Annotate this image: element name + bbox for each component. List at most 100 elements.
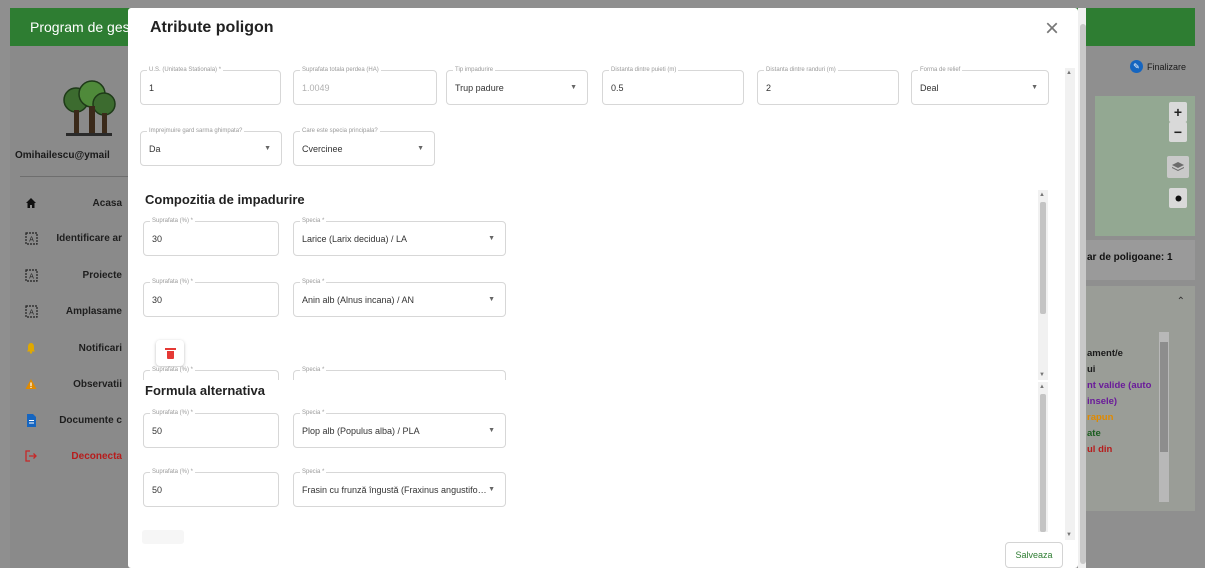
sidebar-item-proiecte[interactable]: A Proiecte — [10, 261, 128, 289]
map-frame-icon: A — [24, 268, 38, 282]
specia-label: Specia * — [300, 218, 327, 224]
sidebar-item-label: Documente c — [59, 414, 122, 426]
sidebar-item-label: Notificari — [78, 342, 122, 354]
gard-label: Imprejmuire gard sarma ghimpata? — [147, 128, 245, 134]
compozitie-specia-select[interactable]: Specia * Anin alb (Alnus incana) / AN ▼ — [293, 279, 506, 317]
map-panel: ✎ Finalizare + − ar de poligoane: 1 ⌃ am… — [1085, 46, 1195, 568]
map-view[interactable]: + − — [1095, 96, 1195, 236]
specia-value: Frasin cu frunză îngustă (Fraxinus angus… — [302, 485, 487, 495]
warning-icon — [24, 377, 38, 391]
formula-suprafata-field[interactable]: Suprafata (%) * 50 — [143, 469, 279, 507]
legend-item: nt valide (auto — [1087, 380, 1152, 391]
add-row-button[interactable] — [142, 530, 184, 544]
dialog-title: Atribute poligon — [150, 19, 274, 36]
compozitie-suprafata-field[interactable]: Suprafata (%) * 30 — [143, 218, 279, 256]
layers-icon[interactable] — [1167, 156, 1189, 178]
scroll-down-icon[interactable]: ▼ — [1039, 372, 1045, 378]
compozitie-title: Compozitia de impadurire — [145, 192, 305, 207]
gard-select[interactable]: Imprejmuire gard sarma ghimpata? Da ▼ — [140, 128, 282, 166]
suprafata-totala-value: 1.0049 — [302, 83, 330, 93]
us-field[interactable]: U.S. (Unitatea Stationala) * 1 — [140, 67, 281, 105]
compozitie-scrollbar[interactable]: ▲ ▼ — [1038, 190, 1048, 380]
svg-text:A: A — [29, 235, 34, 243]
suprafata-label: Suprafata (%) * — [150, 279, 196, 285]
legend-scrollbar[interactable] — [1159, 332, 1169, 502]
scroll-up-icon[interactable]: ▲ — [1039, 384, 1045, 390]
logout-icon — [24, 449, 38, 463]
sidebar-item-acasa[interactable]: Acasa — [10, 189, 128, 217]
scroll-up-icon[interactable]: ▲ — [1039, 192, 1045, 198]
forma-relief-value: Deal — [920, 83, 939, 93]
delete-button[interactable] — [156, 340, 184, 366]
save-button[interactable]: Salveaza — [1005, 542, 1063, 568]
svg-text:A: A — [29, 272, 34, 280]
svg-text:A: A — [29, 308, 34, 316]
formula-specia-select[interactable]: Specia * Frasin cu frunză îngustă (Fraxi… — [293, 469, 506, 507]
specia-principala-value: Cvercinee — [302, 144, 343, 154]
tip-impadurire-select[interactable]: Tip impadurire Trup padure ▼ — [446, 67, 588, 105]
dropdown-arrow-icon: ▼ — [570, 84, 577, 91]
gard-value: Da — [149, 144, 161, 154]
home-icon — [24, 196, 38, 210]
scroll-thumb[interactable] — [1040, 394, 1046, 532]
tip-impadurire-label: Tip impadurire — [453, 67, 496, 73]
locate-icon[interactable] — [1169, 188, 1187, 208]
compozitie-suprafata-field[interactable]: Suprafata (%) * 30 — [143, 279, 279, 317]
distanta-randuri-field[interactable]: Distanta dintre randuri (m) 2 — [757, 67, 899, 105]
sidebar-item-documente[interactable]: Documente c — [10, 406, 128, 434]
scroll-up-icon[interactable]: ▲ — [1066, 70, 1072, 76]
map-frame-icon: A — [24, 304, 38, 318]
pencil-icon: ✎ — [1130, 60, 1143, 73]
suprafata-totala-field: Suprafata totala perdea (HA) 1.0049 — [293, 67, 437, 105]
suprafata-label: Suprafata (%) * — [150, 469, 196, 475]
zoom-in-button[interactable]: + — [1169, 102, 1187, 122]
suprafata-value: 30 — [152, 234, 163, 244]
specia-label: Specia * — [300, 410, 327, 416]
formula-suprafata-field[interactable]: Suprafata (%) * 50 — [143, 410, 279, 448]
document-icon — [24, 413, 38, 427]
specia-principala-select[interactable]: Care este specia principala? Cvercinee ▼ — [293, 128, 435, 166]
dropdown-arrow-icon: ▼ — [488, 235, 495, 242]
polygon-count: ar de poligoane: 1 — [1085, 240, 1195, 280]
attributes-dialog: Atribute poligon × U.S. (Unitatea Statio… — [128, 8, 1078, 568]
sidebar-item-label: Proiecte — [82, 269, 122, 281]
dialog-scroll-thumb[interactable] — [1080, 24, 1086, 564]
legend-item: insele) — [1087, 396, 1118, 407]
dropdown-arrow-icon: ▼ — [417, 145, 424, 152]
sidebar-item-deconectare[interactable]: Deconecta — [10, 442, 128, 470]
legend-item: ul din — [1087, 444, 1113, 455]
forma-relief-select[interactable]: Forma de relief Deal ▼ — [911, 67, 1049, 105]
legend-scroll-thumb[interactable] — [1160, 342, 1168, 452]
sidebar-item-label: Identificare ar — [56, 232, 122, 244]
specia-label: Specia * — [300, 279, 327, 285]
legend-item: ament/e — [1087, 348, 1123, 359]
dropdown-arrow-icon: ▼ — [488, 296, 495, 303]
finalize-button[interactable]: ✎ Finalizare — [1130, 60, 1186, 73]
scroll-thumb[interactable] — [1040, 202, 1046, 314]
sidebar-item-label: Deconecta — [71, 450, 122, 462]
distanta-puieti-field[interactable]: Distanta dintre puieti (m) 0.5 — [602, 67, 744, 105]
dropdown-arrow-icon: ▼ — [264, 145, 271, 152]
sidebar-item-observatii[interactable]: Observatii — [10, 370, 128, 398]
sidebar-item-notificari[interactable]: Notificari — [10, 334, 128, 362]
scroll-down-icon[interactable]: ▼ — [1066, 532, 1072, 538]
form-scrollbar[interactable]: ▲ ▼ — [1065, 68, 1075, 540]
zoom-out-button[interactable]: − — [1169, 122, 1187, 142]
formula-scrollbar[interactable]: ▲ — [1038, 382, 1048, 532]
sidebar-item-amplasamente[interactable]: A Amplasame — [10, 297, 128, 325]
formula-specia-select[interactable]: Specia * Plop alb (Populus alba) / PLA ▼ — [293, 410, 506, 448]
distanta-puieti-value: 0.5 — [611, 83, 624, 93]
suprafata-label: Suprafata (%) * — [150, 367, 196, 373]
sidebar-item-label: Amplasame — [65, 305, 122, 317]
sidebar-item-identificare[interactable]: A Identificare ar — [10, 224, 128, 252]
suprafata-label: Suprafata (%) * — [150, 218, 196, 224]
suprafata-value: 50 — [152, 426, 163, 436]
close-icon[interactable]: × — [1045, 17, 1059, 41]
compozitie-specia-select[interactable]: Specia * — [293, 367, 506, 380]
legend-item: ui — [1087, 364, 1096, 375]
compozitie-specia-select[interactable]: Specia * Larice (Larix decidua) / LA ▼ — [293, 218, 506, 256]
dropdown-arrow-icon: ▼ — [488, 486, 495, 493]
compozitie-suprafata-field[interactable]: Suprafata (%) * — [143, 367, 279, 380]
chevron-up-icon[interactable]: ⌃ — [1177, 296, 1185, 307]
trash-icon — [164, 347, 176, 359]
